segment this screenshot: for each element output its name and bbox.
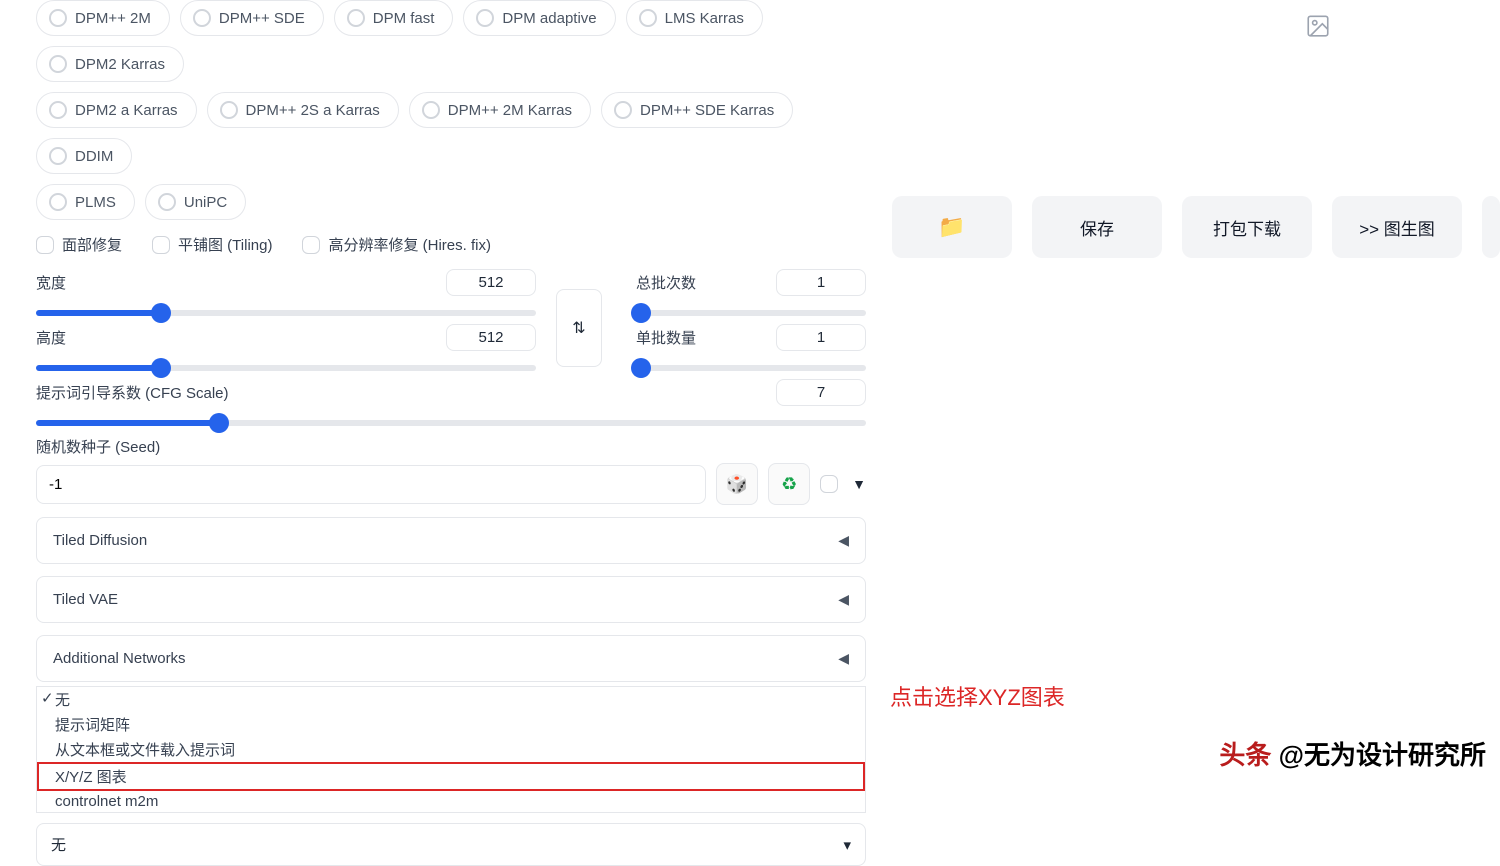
check-face-restore[interactable]: 面部修复 — [36, 234, 122, 255]
sampler-ddim[interactable]: DDIM — [36, 138, 132, 174]
sampler-dpmpp-2m[interactable]: DPM++ 2M — [36, 0, 170, 36]
image-placeholder-icon — [1304, 12, 1330, 38]
collapse-icon: ◀ — [838, 591, 849, 608]
width-value[interactable]: 512 — [446, 269, 536, 296]
script-option-xyz-plot[interactable]: X/Y/Z 图表 — [37, 762, 865, 791]
sampler-dpmpp-2m-karras[interactable]: DPM++ 2M Karras — [409, 92, 591, 128]
batch-count-control: 总批次数 1 — [636, 269, 866, 316]
sampler-dpmpp-sde[interactable]: DPM++ SDE — [180, 0, 324, 36]
collapse-icon: ◀ — [838, 532, 849, 549]
height-label: 高度 — [36, 327, 66, 348]
width-slider[interactable] — [36, 310, 536, 316]
cfg-value[interactable]: 7 — [776, 379, 866, 406]
recycle-icon: ♻ — [781, 474, 797, 495]
batch-size-value[interactable]: 1 — [776, 324, 866, 351]
seed-random-button[interactable]: 🎲 — [716, 463, 758, 505]
sampler-unipc[interactable]: UniPC — [145, 184, 246, 220]
batch-count-slider[interactable] — [636, 310, 866, 316]
batch-size-label: 单批数量 — [636, 327, 696, 348]
cfg-slider[interactable] — [36, 420, 866, 426]
height-control: 高度 512 — [36, 324, 536, 371]
output-button-bar: 📁 保存 打包下载 >> 图生图 — [886, 196, 1500, 258]
script-option-prompt-matrix[interactable]: 提示词矩阵 — [37, 712, 865, 737]
send-to-img2img-button[interactable]: >> 图生图 — [1332, 196, 1462, 258]
batch-size-slider[interactable] — [636, 365, 866, 371]
save-button[interactable]: 保存 — [1032, 196, 1162, 258]
width-label: 宽度 — [36, 272, 66, 293]
batch-count-value[interactable]: 1 — [776, 269, 866, 296]
folder-icon: 📁 — [938, 214, 965, 240]
seed-label: 随机数种子 (Seed) — [36, 439, 160, 456]
script-option-none[interactable]: 无 — [37, 687, 865, 712]
dice-icon: 🎲 — [726, 474, 748, 495]
batch-count-label: 总批次数 — [636, 272, 696, 293]
script-select[interactable]: 无 ▾ — [36, 823, 866, 866]
seed-reuse-button[interactable]: ♻ — [768, 463, 810, 505]
open-folder-button[interactable]: 📁 — [892, 196, 1012, 258]
seed-input[interactable] — [36, 465, 706, 504]
accordion-tiled-vae[interactable]: Tiled VAE◀ — [36, 576, 866, 623]
accordion-additional-networks[interactable]: Additional Networks◀ — [36, 635, 866, 682]
sampler-plms[interactable]: PLMS — [36, 184, 135, 220]
sampler-dpm2-karras[interactable]: DPM2 Karras — [36, 46, 184, 82]
check-hires-fix[interactable]: 高分辨率修复 (Hires. fix) — [302, 234, 491, 255]
swap-dimensions-button[interactable]: ⇅ — [556, 289, 602, 367]
seed-extra-checkbox[interactable] — [820, 475, 838, 493]
overflow-button[interactable] — [1482, 196, 1500, 258]
seed-caret-icon[interactable]: ▼ — [852, 476, 866, 492]
script-option-controlnet-m2m[interactable]: controlnet m2m — [37, 791, 865, 812]
dropdown-icon: ▾ — [843, 836, 851, 854]
height-slider[interactable] — [36, 365, 536, 371]
script-select-value: 无 — [51, 834, 66, 855]
small-checks: 面部修复 平铺图 (Tiling) 高分辨率修复 (Hires. fix) — [36, 234, 866, 255]
sampler-dpmpp-2s-a-karras[interactable]: DPM++ 2S a Karras — [207, 92, 399, 128]
check-tiling[interactable]: 平铺图 (Tiling) — [152, 234, 272, 255]
sampler-dpm-adaptive[interactable]: DPM adaptive — [463, 0, 615, 36]
collapse-icon: ◀ — [838, 650, 849, 667]
cfg-control: 提示词引导系数 (CFG Scale) 7 — [36, 379, 866, 426]
sampler-row-1: DPM++ 2M DPM++ SDE DPM fast DPM adaptive… — [36, 0, 866, 82]
sampler-row-3: PLMS UniPC — [36, 184, 866, 220]
sampler-dpmpp-sde-karras[interactable]: DPM++ SDE Karras — [601, 92, 793, 128]
annotation-text: 点击选择XYZ图表 — [890, 680, 1065, 712]
sampler-lms-karras[interactable]: LMS Karras — [626, 0, 763, 36]
accordion-tiled-diffusion[interactable]: Tiled Diffusion◀ — [36, 517, 866, 564]
script-option-prompts-from-file[interactable]: 从文本框或文件载入提示词 — [37, 737, 865, 762]
zip-download-button[interactable]: 打包下载 — [1182, 196, 1312, 258]
height-value[interactable]: 512 — [446, 324, 536, 351]
batch-size-control: 单批数量 1 — [636, 324, 866, 371]
watermark: 头条 @无为设计研究所 — [1219, 735, 1486, 772]
width-control: 宽度 512 — [36, 269, 536, 316]
cfg-label: 提示词引导系数 (CFG Scale) — [36, 382, 229, 403]
script-dropdown-open: 无 提示词矩阵 从文本框或文件载入提示词 X/Y/Z 图表 controlnet… — [36, 686, 866, 813]
sampler-dpm2-a-karras[interactable]: DPM2 a Karras — [36, 92, 197, 128]
sampler-row-2: DPM2 a Karras DPM++ 2S a Karras DPM++ 2M… — [36, 92, 866, 174]
sampler-dpm-fast[interactable]: DPM fast — [334, 0, 454, 36]
